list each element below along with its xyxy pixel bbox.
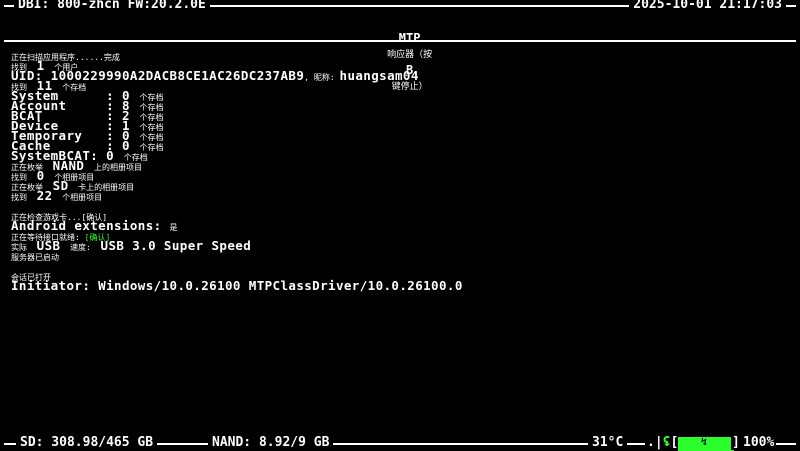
- bar-symbol: .|: [647, 435, 663, 450]
- log-spacer: [11, 200, 791, 210]
- initiator-line: Initiator: Windows/10.0.26100 MTPClassDr…: [11, 278, 463, 293]
- nand-usage: NAND: 8.92/9 GB: [208, 436, 334, 450]
- device-info: DBI: 800-zhcn FW:20.2.0E: [14, 0, 210, 12]
- header-divider: [4, 40, 796, 42]
- log-line: 正在枚举 SD 卡上的相册项目: [11, 178, 135, 193]
- charging-icon: ↯: [701, 437, 708, 448]
- log-output: 正在扫描应用程序......完成 找到 1 个用户 UID: 100022999…: [11, 50, 791, 293]
- log-line: 正在枚举 NAND 上的相册项目: [11, 158, 142, 173]
- log-line: 正在扫描应用程序......完成: [11, 53, 120, 62]
- sd-usage: SD: 308.98/465 GB: [16, 436, 158, 450]
- battery-icon: ↯: [678, 437, 734, 451]
- status-indicators: .|ʢ[: [645, 435, 681, 450]
- uid-value: 1000229990A2DACB8CE1AC26DC237AB9: [50, 68, 305, 83]
- title-mtp: MTP: [398, 31, 421, 45]
- usb-speed-line: 实际 USB 速度: USB 3.0 Super Speed: [11, 238, 252, 253]
- android-line: Android extensions: 是: [11, 218, 178, 233]
- nickname: huangsam04: [339, 68, 419, 83]
- battery-percent: 100%: [741, 435, 777, 450]
- clock: 2025-10-01 21:17:03: [629, 0, 786, 12]
- save-row-systembcat: SystemBCAT: 0 个存档: [11, 148, 148, 163]
- battery-close-bracket: ]: [731, 435, 741, 450]
- log-spacer: [11, 260, 791, 270]
- temperature: 31°C: [588, 436, 628, 450]
- save-row-cache: Cache : 0 个存档: [11, 138, 164, 153]
- uid-line: UID: 1000229990A2DACB8CE1AC26DC237AB9, 昵…: [11, 68, 419, 83]
